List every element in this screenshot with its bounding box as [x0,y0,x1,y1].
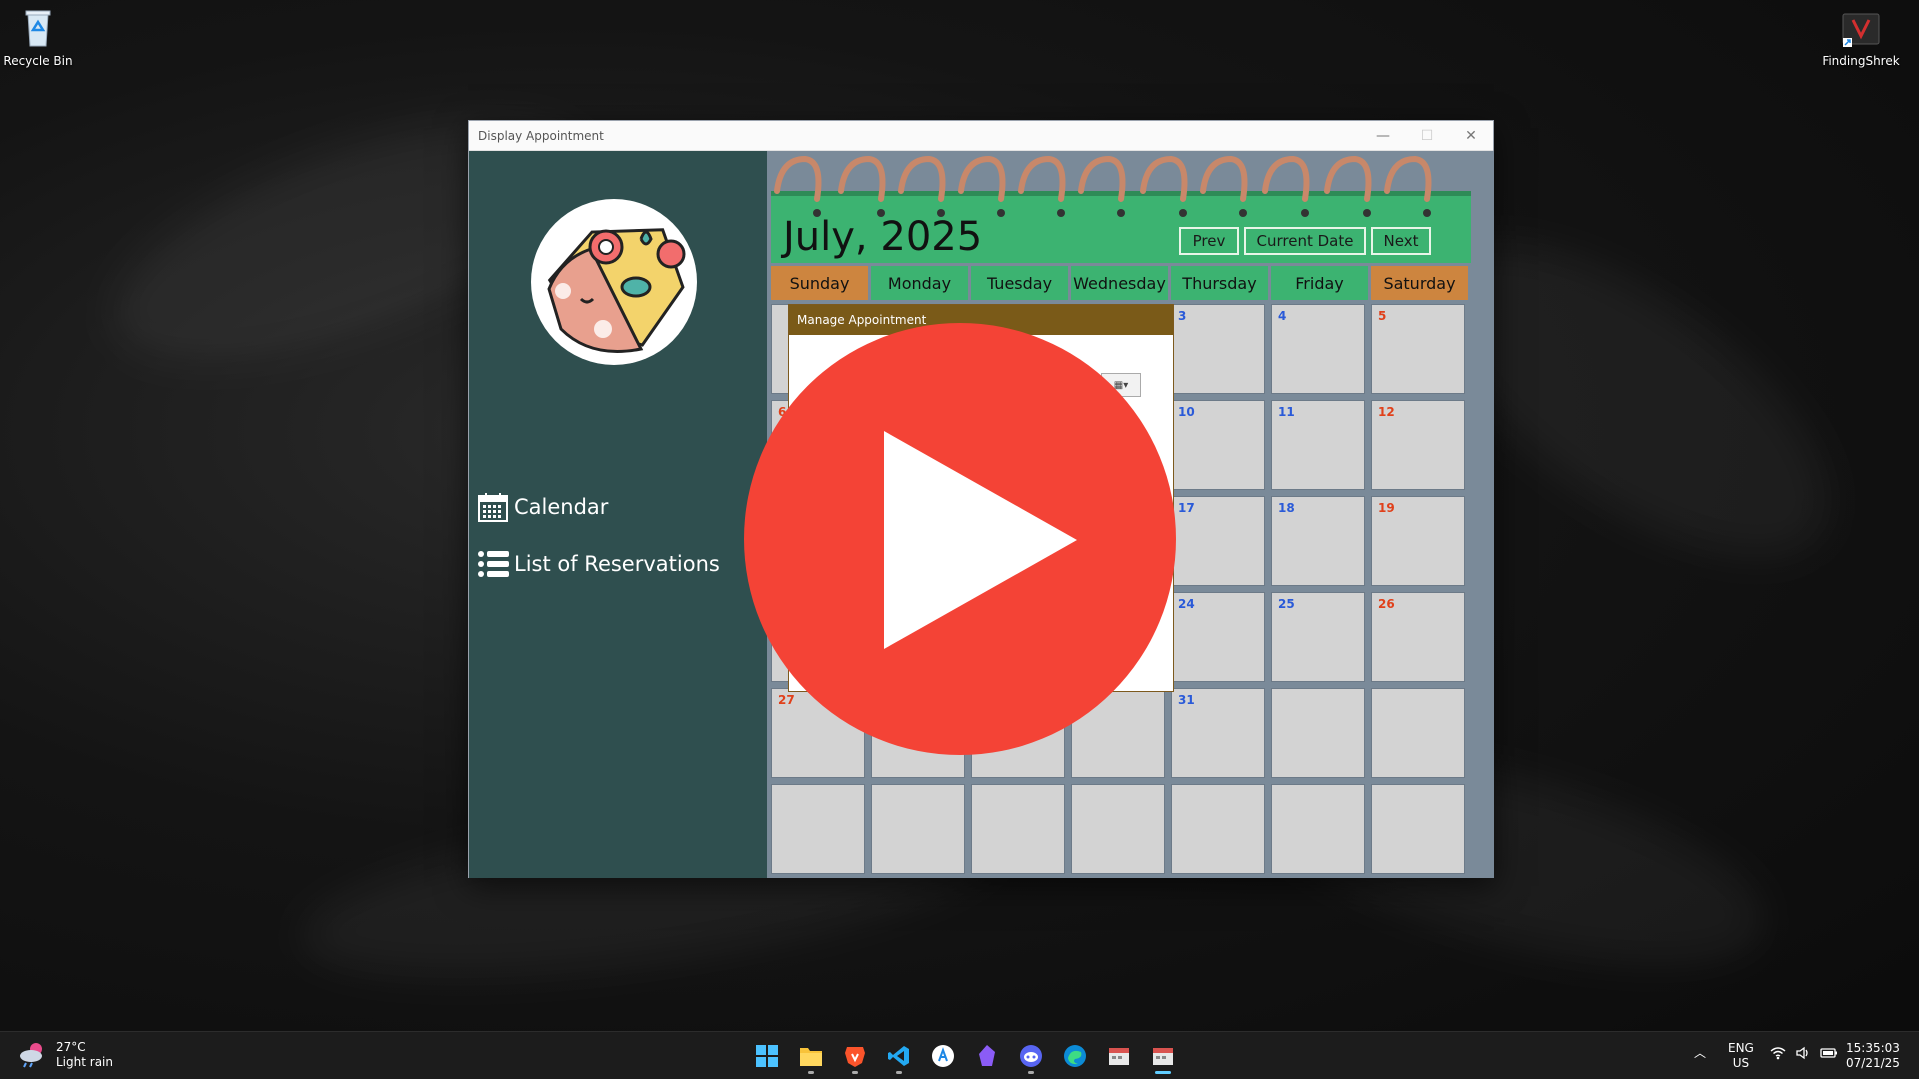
calendar-app-icon [1109,1048,1129,1065]
weekday-saturday: Saturday [1371,266,1468,300]
start-button[interactable] [745,1038,789,1074]
weekday-thursday: Thursday [1171,266,1268,300]
day-cell[interactable]: 25 [1271,592,1365,682]
day-cell[interactable] [871,784,965,874]
day-cell[interactable]: 17 [1171,496,1265,586]
obsidian-icon [979,1045,995,1066]
show-hidden-icons-button[interactable]: ︿ [1694,1046,1706,1061]
day-cell[interactable] [1371,688,1465,778]
weather-condition: Light rain [56,1055,113,1069]
taskbar-app-store[interactable] [921,1038,965,1074]
current-date-button[interactable]: Current Date [1244,227,1366,255]
taskbar-vscode[interactable] [877,1038,921,1074]
window-title: Display Appointment [478,128,604,143]
discord-icon [1020,1045,1042,1067]
day-cell[interactable]: 3 [1171,304,1265,394]
calendar-icon [477,491,509,523]
language-code: ENG [1728,1041,1754,1055]
weekday-monday: Monday [871,266,968,300]
taskbar-apps [745,1038,1185,1074]
weekday-wednesday: Wednesday [1071,266,1168,300]
next-button[interactable]: Next [1371,227,1431,255]
wifi-icon [1770,1047,1786,1060]
sidebar-item-label: List of Reservations [514,552,720,576]
sidebar: Calendar List of Reservations [469,151,767,878]
day-cell[interactable] [1071,784,1165,874]
day-cell[interactable] [1271,688,1365,778]
clock-date: 07/21/25 [1846,1056,1900,1070]
day-cell[interactable] [1271,784,1365,874]
rain-cloud-icon [20,1043,42,1068]
day-cell[interactable] [971,784,1065,874]
day-cell[interactable] [1171,784,1265,874]
weekday-tuesday: Tuesday [971,266,1068,300]
taskbar-obsidian[interactable] [965,1038,1009,1074]
day-cell[interactable]: 26 [1371,592,1465,682]
day-cell[interactable]: 24 [1171,592,1265,682]
weekday-sunday: Sunday [771,266,868,300]
list-icon [477,548,509,580]
desktop-icon-recycle-bin[interactable]: Recycle Bin [0,6,83,68]
play-button-overlay[interactable] [744,323,1176,755]
sidebar-item-label: Calendar [514,495,609,519]
minimize-button[interactable]: — [1361,121,1405,151]
play-button-icon [884,431,1077,649]
title-bar[interactable]: Display Appointment — ☐ ✕ [469,121,1493,151]
weekday-friday: Friday [1271,266,1368,300]
taskbar-display-appointment[interactable] [1141,1038,1185,1074]
day-cell[interactable] [1371,784,1465,874]
desktop-icon-label: FindingShrek [1822,54,1900,68]
recycle-bin-icon [16,6,60,50]
taskbar-brave[interactable] [833,1038,877,1074]
region-code: US [1732,1056,1750,1070]
taskbar-calendar-app[interactable] [1097,1038,1141,1074]
day-cell[interactable]: 5 [1371,304,1465,394]
taskbar-file-explorer[interactable] [789,1038,833,1074]
weather-widget[interactable]: 27°C Light rain [18,1040,113,1070]
edge-icon [1064,1045,1086,1067]
day-cell[interactable]: 19 [1371,496,1465,586]
day-cell[interactable] [771,784,865,874]
windows-start-icon [756,1045,778,1067]
desktop-icon-label: Recycle Bin [3,54,73,68]
volume-icon [1796,1046,1808,1060]
language-indicator[interactable]: ENG US [1728,1041,1754,1071]
taskbar: 27°C Light rain ︿ ENG US 15:35:03 07/21/… [0,1031,1919,1079]
desktop-icon-findingshrek[interactable]: FindingShrek [1816,6,1906,68]
close-button[interactable]: ✕ [1449,121,1493,151]
day-cell[interactable]: 10 [1171,400,1265,490]
battery-icon [1820,1048,1837,1058]
taskbar-discord[interactable] [1009,1038,1053,1074]
taskbar-edge[interactable] [1053,1038,1097,1074]
display-appointment-icon [1153,1048,1173,1065]
day-cell[interactable]: 11 [1271,400,1365,490]
pizza-logo [531,199,697,365]
spiral-rings [774,155,1432,217]
sidebar-item-calendar[interactable]: Calendar [477,491,608,523]
day-cell[interactable]: 12 [1371,400,1465,490]
day-cell[interactable]: 4 [1271,304,1365,394]
weather-temp: 27°C [56,1040,86,1054]
clock-time: 15:35:03 [1846,1041,1900,1055]
maximize-button[interactable]: ☐ [1405,121,1449,151]
day-cell[interactable]: 18 [1271,496,1365,586]
weekday-header: Sunday Monday Tuesday Wednesday Thursday… [771,266,1471,300]
vscode-icon [888,1046,909,1066]
clock[interactable]: 15:35:03 07/21/25 [1846,1041,1900,1071]
brave-browser-icon [845,1047,865,1067]
prev-button[interactable]: Prev [1179,227,1239,255]
system-tray-icons[interactable] [1770,1046,1838,1060]
app-store-icon [932,1045,954,1067]
app-shortcut-icon [1839,6,1883,50]
day-cell[interactable]: 31 [1171,688,1265,778]
chevron-up-icon: ︿ [1694,1046,1707,1060]
file-explorer-icon [800,1048,822,1066]
sidebar-item-reservations[interactable]: List of Reservations [477,548,720,580]
